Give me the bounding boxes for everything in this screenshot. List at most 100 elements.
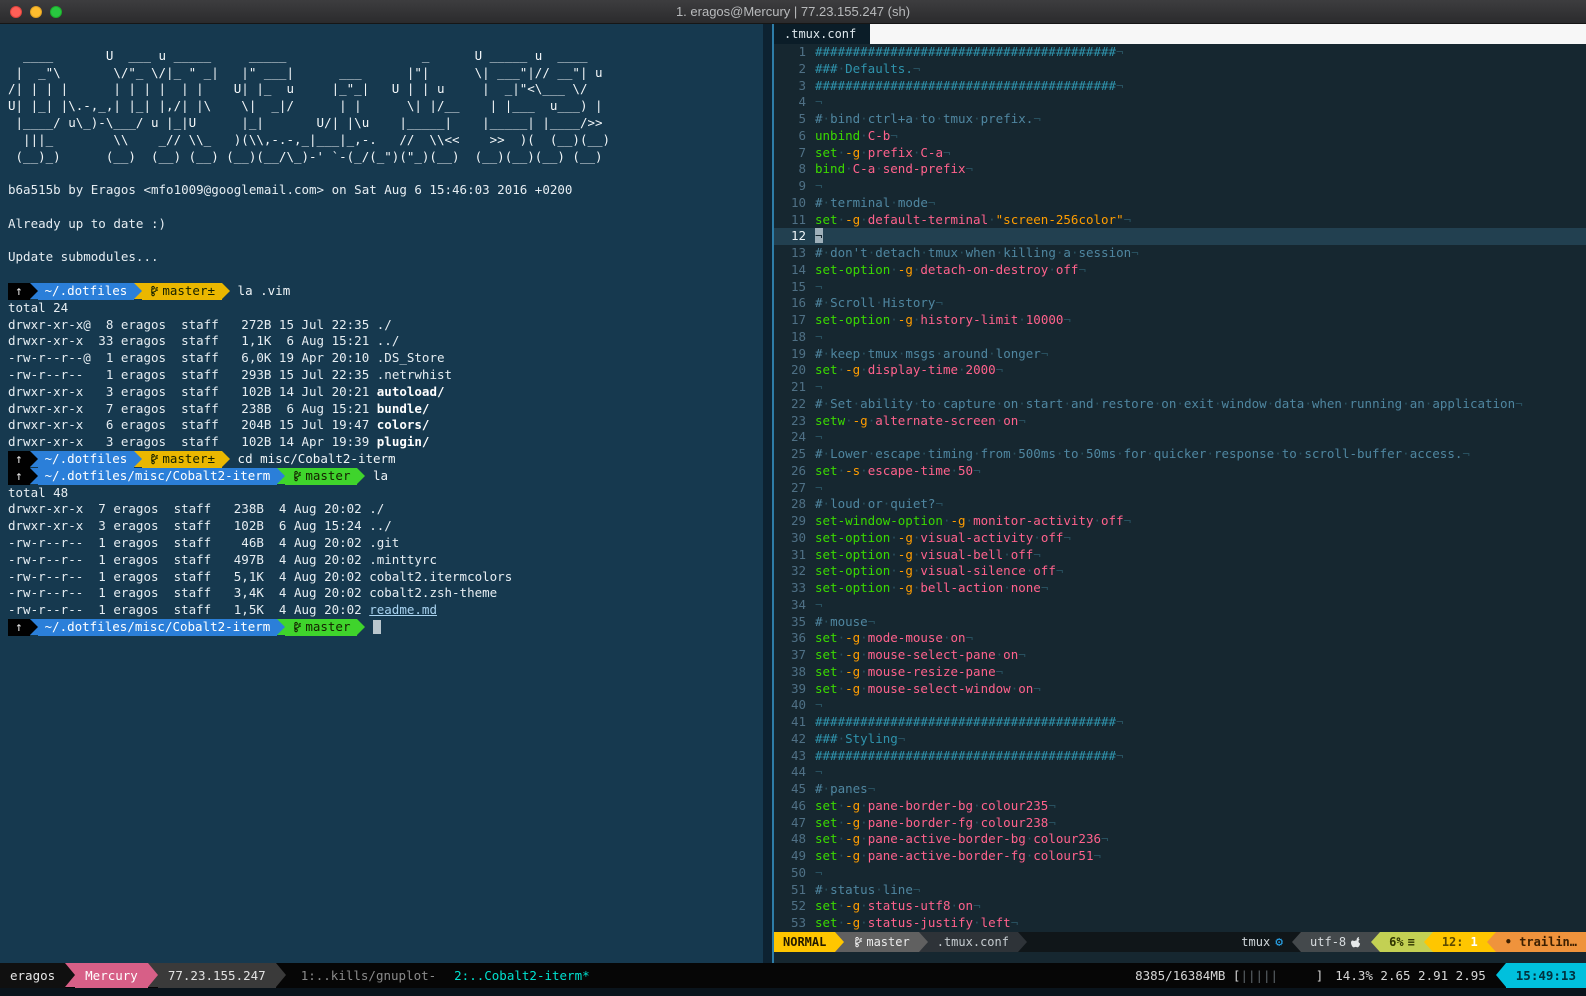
vim-tabline-fill	[870, 24, 1586, 44]
eol-mark: ¬	[815, 480, 823, 495]
eol-mark: ¬	[966, 161, 974, 176]
terminal-line: -rw-r--r-- 1 eragos staff 46B 4 Aug 20:0…	[8, 535, 763, 552]
pane-divider[interactable]	[763, 24, 774, 963]
vim-line: 19#·keep·tmux·msgs·around·longer¬	[774, 346, 1586, 363]
vim-line: 31set-option·-g·visual-bell·off¬	[774, 547, 1586, 564]
eol-mark: ¬	[868, 614, 876, 629]
syntax-token: data	[1274, 396, 1304, 411]
syntax-token: set-option	[815, 563, 890, 578]
eol-mark: ¬	[815, 597, 823, 612]
terminal-cursor	[373, 620, 381, 634]
line-number: 44	[774, 764, 806, 781]
syntax-token: to	[920, 396, 935, 411]
syntax-token: scroll-buffer	[1304, 446, 1402, 461]
vim-line: 9¬	[774, 178, 1586, 195]
syntax-token: visual-silence	[920, 563, 1025, 578]
space-dot: ·	[838, 831, 846, 846]
vim-line: 7set·-g·prefix·C-a¬	[774, 145, 1586, 162]
line-content: set·-g·mouse-select-window·on¬	[815, 681, 1041, 698]
line-content: #·don't·detach·tmux·when·killing·a·sessi…	[815, 245, 1139, 262]
syntax-token: -g	[845, 145, 860, 160]
terminal-line	[8, 165, 763, 182]
tmux-window-list: 1:..kills/gnuplot-2:..Cobalt2-iterm*	[286, 963, 599, 988]
line-number: 11	[774, 212, 806, 229]
file-meta: drwxr-xr-x 33 eragos staff 1,1K 6 Aug 15…	[8, 333, 377, 348]
file-name: bundle/	[377, 401, 430, 416]
space-dot: ·	[1402, 446, 1410, 461]
space-dot: ·	[1116, 446, 1124, 461]
space-dot: ·	[860, 346, 868, 361]
space-dot: ·	[860, 681, 868, 696]
syntax-token: #	[815, 446, 823, 461]
line-number: 6	[774, 128, 806, 145]
terminal-line: (__)_) (__) (__) (__) (__)(__/\_)-' `-(_…	[8, 149, 763, 166]
syntax-token: ########################################	[815, 714, 1116, 729]
prompt-branch-segment: master	[285, 619, 357, 636]
file-name: ./	[377, 317, 392, 332]
file-meta: -rw-r--r-- 1 eragos staff 5,1K 4 Aug 20:…	[8, 569, 369, 584]
syntax-token: access.	[1410, 446, 1463, 461]
tmux-ip-address: 77.23.155.247	[158, 963, 276, 988]
vim-line: 28#·loud·or·quiet?¬	[774, 496, 1586, 513]
powerline-separator	[276, 963, 286, 987]
prompt-status-segment: ↑	[8, 619, 30, 636]
eol-mark: ¬	[996, 664, 1004, 679]
space-dot: ·	[860, 647, 868, 662]
vim-line: 27 ¬	[774, 480, 1586, 497]
line-number: 34	[774, 597, 806, 614]
vim-line: 6unbind·C-b¬	[774, 128, 1586, 145]
vim-cursor-line: 12¬	[774, 228, 1586, 245]
statusline-cursor-position: 12: 1	[1433, 932, 1487, 952]
syntax-token: set	[815, 848, 838, 863]
terminal-line: ____ U ___ u _____ _____ _ U _____ u ___…	[8, 48, 763, 65]
command-text: la	[365, 468, 388, 485]
vim-line: 11set·-g·default-terminal·"screen-256col…	[774, 212, 1586, 229]
vim-buffer[interactable]: 1#######################################…	[774, 44, 1586, 932]
line-content: bind·C-a·send-prefix¬	[815, 161, 973, 178]
vim-pane[interactable]: .tmux.conf 1############################…	[774, 24, 1586, 963]
syntax-token: -g	[898, 547, 913, 562]
minimize-button[interactable]	[30, 6, 42, 18]
syntax-token: quicker	[1154, 446, 1207, 461]
file-name: ./	[369, 501, 384, 516]
line-number: 1	[774, 44, 806, 61]
space-dot: ·	[860, 630, 868, 645]
line-number: 12	[774, 228, 806, 245]
syntax-token: on	[1003, 413, 1018, 428]
space-dot: ·	[860, 831, 868, 846]
space-dot: ·	[875, 295, 883, 310]
line-content: #·mouse¬	[815, 614, 875, 631]
line-number: 9	[774, 178, 806, 195]
eol-mark: ¬	[935, 496, 943, 511]
fullscreen-button[interactable]	[50, 6, 62, 18]
syntax-token: ability	[860, 396, 913, 411]
line-number: 27	[774, 480, 806, 497]
line-number: 19	[774, 346, 806, 363]
tmux-window-1[interactable]: 1:..kills/gnuplot-	[292, 963, 445, 988]
statusline-branch-name: master	[866, 935, 909, 949]
tmux-window-2[interactable]: 2:..Cobalt2-iterm*	[445, 963, 598, 988]
file-link[interactable]: readme.md	[369, 602, 437, 617]
cursor-line-number: 12:	[1442, 935, 1464, 949]
syntax-token: around	[943, 346, 988, 361]
terminal-pane[interactable]: ____ U ___ u _____ _____ _ U _____ u ___…	[0, 24, 763, 963]
gear-icon: ⚙	[1275, 935, 1283, 950]
terminal-line: drwxr-xr-x 7 eragos staff 238B 6 Aug 15:…	[8, 401, 763, 418]
syntax-token: set	[815, 647, 838, 662]
syntax-token: 2000	[966, 362, 996, 377]
syntax-token: set-option	[815, 262, 890, 277]
memory-gauge-empty	[1278, 968, 1316, 983]
syntax-token: panes	[830, 781, 868, 796]
eol-mark: ¬	[1124, 212, 1132, 227]
line-number: 45	[774, 781, 806, 798]
prompt-path-segment: ~/.dotfiles/misc/Cobalt2-iterm	[38, 468, 278, 485]
space-dot: ·	[951, 898, 959, 913]
syntax-token: visual-bell	[920, 547, 1003, 562]
close-button[interactable]	[10, 6, 22, 18]
space-dot: ·	[860, 145, 868, 160]
syntax-token: response	[1214, 446, 1274, 461]
syntax-token: default-terminal	[868, 212, 988, 227]
line-number: 8	[774, 161, 806, 178]
syntax-token: off	[1033, 563, 1056, 578]
vim-tab[interactable]: .tmux.conf	[774, 24, 870, 44]
